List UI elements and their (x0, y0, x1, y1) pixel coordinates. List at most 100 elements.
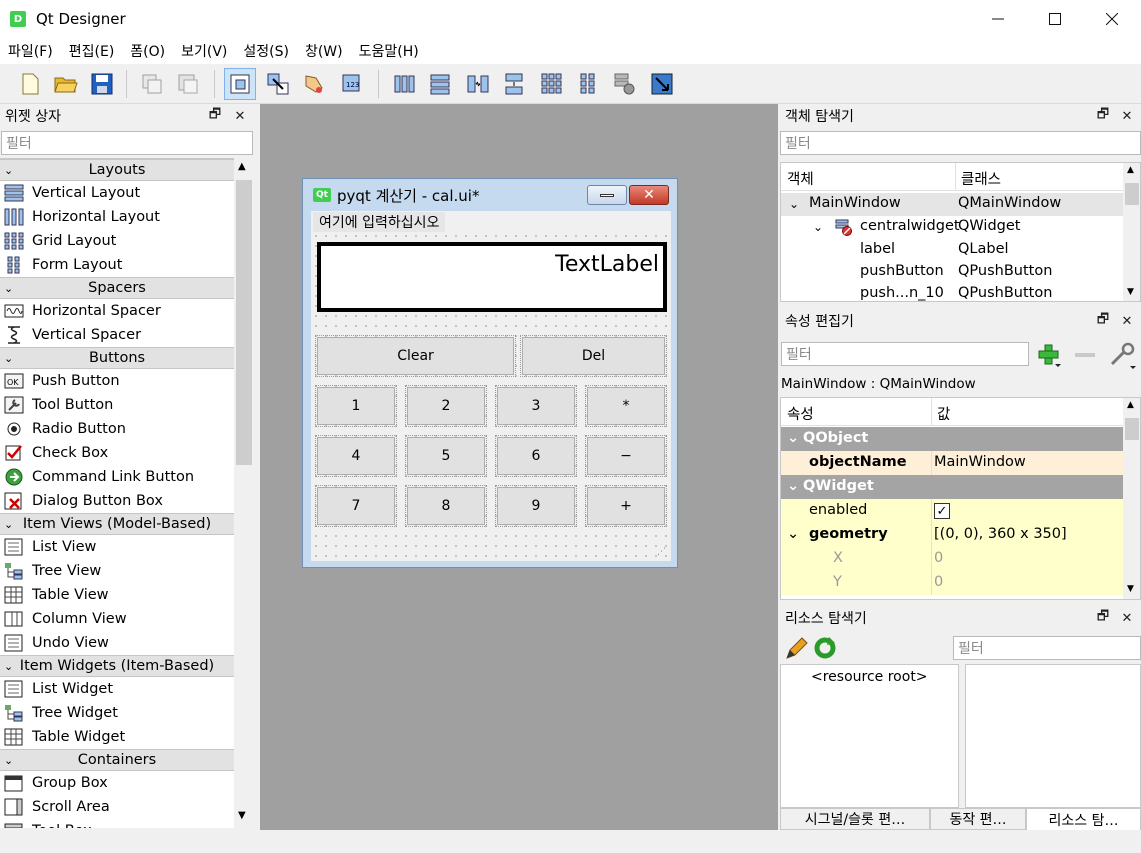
maximize-button[interactable] (1026, 0, 1084, 38)
digit-9-button[interactable]: 9 (495, 485, 577, 527)
object-tree-scrollbar[interactable]: ▲ ▼ (1123, 163, 1140, 301)
widget-category-header[interactable]: ⌄ Containers (0, 749, 234, 771)
menu-view[interactable]: 보기(V) (173, 41, 235, 61)
minimize-button[interactable] (969, 0, 1027, 38)
tab-signal-slot-editor[interactable]: 시그널/슬롯 편… (780, 808, 930, 830)
tree-row-label[interactable]: label QLabel (781, 239, 1123, 262)
scroll-thumb[interactable] (1125, 183, 1139, 205)
enabled-checkbox[interactable]: ✓ (934, 503, 950, 519)
collapse-chevron-icon[interactable]: ⌄ (4, 754, 13, 767)
text-label-display[interactable]: TextLabel (317, 242, 667, 312)
widget-box-item[interactable]: Vertical Spacer (0, 323, 234, 347)
widget-box-close-button[interactable]: ✕ (231, 107, 249, 125)
digit-7-button[interactable]: 7 (315, 485, 397, 527)
reload-resources-button[interactable] (812, 635, 838, 661)
widget-box-item[interactable]: Tool Box (0, 819, 234, 828)
property-row-objectname[interactable]: objectName MainWindow (781, 451, 1123, 475)
lay-out-form-button[interactable] (572, 68, 604, 100)
widget-box-item[interactable]: List View (0, 535, 234, 559)
widget-box-item[interactable]: Vertical Layout (0, 181, 234, 205)
property-row-enabled[interactable]: enabled ✓ (781, 499, 1123, 523)
multiply-button[interactable]: * (585, 385, 667, 427)
scroll-thumb[interactable] (236, 180, 252, 465)
collapse-chevron-icon[interactable]: ⌄ (4, 282, 13, 295)
column-header-class[interactable]: 클래스 (961, 168, 1001, 189)
menu-type-here-placeholder[interactable]: 여기에 입력하십시오 (313, 212, 446, 232)
menu-settings[interactable]: 설정(S) (235, 41, 297, 61)
property-row-x[interactable]: X 0 (781, 547, 1123, 571)
tab-resource-browser[interactable]: 리소스 탐… (1026, 808, 1141, 830)
digit-3-button[interactable]: 3 (495, 385, 577, 427)
configure-property-editor-button[interactable] (1108, 342, 1138, 370)
widget-box-item[interactable]: Horizontal Layout (0, 205, 234, 229)
lay-out-grid-button[interactable] (536, 68, 568, 100)
widget-box-item[interactable]: Radio Button (0, 417, 234, 441)
adjust-size-button[interactable] (646, 68, 678, 100)
tree-row-mainwindow[interactable]: ⌄ MainWindow QMainWindow (781, 193, 1123, 216)
property-editor-filter-input[interactable]: 필터 (781, 342, 1029, 366)
widget-box-item[interactable]: Group Box (0, 771, 234, 795)
expand-chevron-icon[interactable]: ⌄ (787, 430, 799, 446)
widget-box-item[interactable]: Dialog Button Box (0, 489, 234, 513)
add-dynamic-property-button[interactable] (1036, 342, 1062, 368)
lay-out-vertically-button[interactable] (424, 68, 456, 100)
paste-button[interactable] (172, 68, 204, 100)
widget-box-item[interactable]: Form Layout (0, 253, 234, 277)
widget-category-header[interactable]: ⌄ Layouts (0, 159, 234, 181)
property-group-qobject[interactable]: ⌄ QObject (781, 427, 1123, 451)
tree-row-pushbutton-10[interactable]: push...n_10 QPushButton (781, 283, 1123, 301)
property-value[interactable]: [(0, 0), 360 x 350] (934, 526, 1067, 542)
edit-resources-button[interactable] (784, 635, 810, 661)
widget-box-item[interactable]: Grid Layout (0, 229, 234, 253)
property-group-qwidget[interactable]: ⌄ QWidget (781, 475, 1123, 499)
object-inspector-float-button[interactable]: 🗗 (1094, 107, 1112, 125)
widget-category-header[interactable]: ⌄ Item Widgets (Item-Based) (0, 655, 234, 677)
resize-grip-icon[interactable]: ⋰ (657, 547, 666, 557)
form-close-button[interactable]: ✕ (629, 185, 669, 205)
widget-category-header[interactable]: ⌄ Spacers (0, 277, 234, 299)
edit-tab-order-button[interactable]: 123 (336, 68, 368, 100)
widget-box-item[interactable]: Table Widget (0, 725, 234, 749)
del-button[interactable]: Del (520, 335, 667, 377)
property-editor-float-button[interactable]: 🗗 (1094, 312, 1112, 330)
edit-buddies-button[interactable] (298, 68, 330, 100)
widget-box-item[interactable]: Column View (0, 607, 234, 631)
widget-box-item[interactable]: Tree View (0, 559, 234, 583)
resource-browser-filter-input[interactable]: 필터 (953, 636, 1141, 660)
digit-8-button[interactable]: 8 (405, 485, 487, 527)
digit-4-button[interactable]: 4 (315, 435, 397, 477)
widget-box-float-button[interactable]: 🗗 (206, 107, 224, 125)
object-inspector-close-button[interactable]: ✕ (1118, 107, 1136, 125)
form-window[interactable]: Qt pyqt 계산기 - cal.ui* ✕ 여기에 입력하십시오 TextL… (302, 178, 678, 568)
expand-chevron-icon[interactable]: ⌄ (787, 526, 799, 542)
widget-box-item[interactable]: Undo View (0, 631, 234, 655)
scroll-down-icon[interactable]: ▼ (238, 810, 246, 821)
lay-out-horizontally-button[interactable] (388, 68, 420, 100)
expand-chevron-icon[interactable]: ⌄ (813, 220, 823, 234)
resource-browser-close-button[interactable]: ✕ (1118, 609, 1136, 627)
edit-signals-slots-button[interactable] (262, 68, 294, 100)
digit-5-button[interactable]: 5 (405, 435, 487, 477)
collapse-chevron-icon[interactable]: ⌄ (4, 352, 13, 365)
menu-file[interactable]: 파일(F) (0, 41, 61, 61)
widget-box-item[interactable]: Table View (0, 583, 234, 607)
digit-6-button[interactable]: 6 (495, 435, 577, 477)
collapse-chevron-icon[interactable]: ⌄ (4, 660, 13, 673)
widget-box-item[interactable]: List Widget (0, 677, 234, 701)
plus-button[interactable]: + (585, 485, 667, 527)
menu-window[interactable]: 창(W) (297, 41, 351, 61)
resource-root-item[interactable]: <resource root> (811, 669, 928, 685)
expand-chevron-icon[interactable]: ⌄ (787, 478, 799, 494)
widget-box-item[interactable]: Check Box (0, 441, 234, 465)
save-form-button[interactable] (86, 68, 118, 100)
property-value[interactable]: MainWindow (934, 454, 1026, 470)
scroll-thumb[interactable] (1125, 418, 1139, 440)
property-value[interactable]: 0 (934, 550, 943, 566)
menu-form[interactable]: 폼(O) (122, 41, 173, 61)
widget-box-filter-input[interactable]: 필터 (1, 131, 253, 155)
edit-widgets-button[interactable] (224, 68, 256, 100)
property-value[interactable]: 0 (934, 574, 943, 590)
widget-box-item[interactable]: Tool Button (0, 393, 234, 417)
menu-help[interactable]: 도움말(H) (351, 41, 427, 61)
widget-box-item[interactable]: Scroll Area (0, 795, 234, 819)
